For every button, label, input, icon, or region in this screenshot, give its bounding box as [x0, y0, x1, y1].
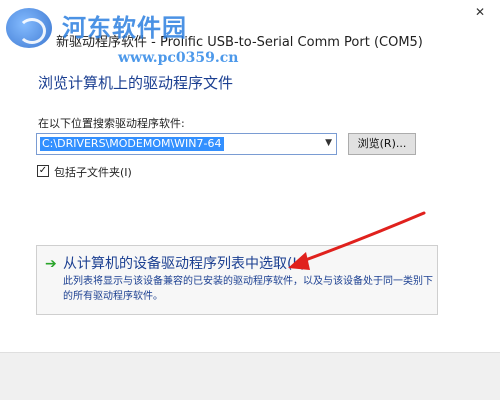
close-button[interactable]: ✕	[470, 4, 490, 20]
search-path-value[interactable]: C:\DRIVERS\MODEMOM\WIN7-64	[40, 137, 224, 151]
green-arrow-icon: ➔	[45, 256, 57, 272]
dialog-footer	[0, 352, 500, 400]
pick-from-list-command-link[interactable]: ➔ 从计算机的设备驱动程序列表中选取(L) 此列表将显示与该设备兼容的已安装的驱…	[36, 245, 438, 315]
watermark-logo-icon	[6, 8, 52, 48]
search-path-combobox[interactable]: C:\DRIVERS\MODEMOM\WIN7-64 ▼	[36, 133, 337, 155]
command-link-description: 此列表将显示与该设备兼容的已安装的驱动程序软件，以及与该设备处于同一类别下的所有…	[63, 276, 433, 302]
search-location-label: 在以下位置搜索驱动程序软件:	[38, 117, 185, 130]
watermark-brand: 河东软件园	[62, 14, 187, 42]
include-subfolders-checkbox[interactable]: ✓	[37, 165, 49, 177]
driver-update-dialog: 新驱动程序软件 - Prolific USB-to-Serial Comm Po…	[0, 0, 500, 400]
command-link-title[interactable]: 从计算机的设备驱动程序列表中选取(L)	[63, 253, 306, 273]
watermark-url: www.pc0359.cn	[118, 50, 239, 66]
browse-button[interactable]: 浏览(R)...	[348, 133, 416, 155]
chevron-down-icon[interactable]: ▼	[325, 138, 332, 148]
page-heading: 浏览计算机上的驱动程序文件	[38, 74, 234, 92]
include-subfolders-label[interactable]: 包括子文件夹(I)	[54, 164, 132, 180]
red-annotation-arrow-icon	[288, 211, 426, 270]
title-bar: 新驱动程序软件 - Prolific USB-to-Serial Comm Po…	[0, 0, 500, 50]
